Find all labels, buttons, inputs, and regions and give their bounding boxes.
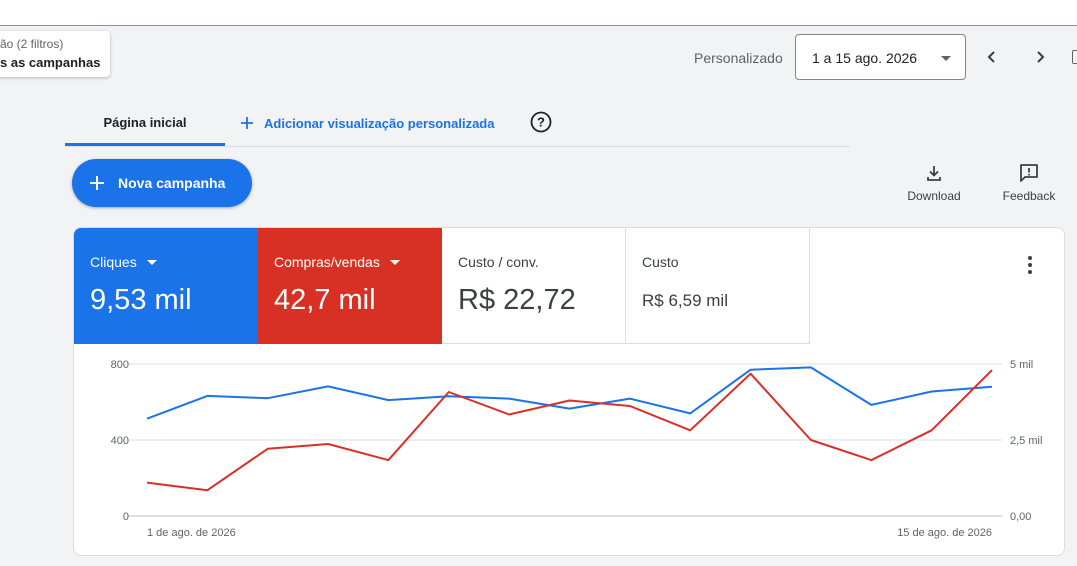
download-button[interactable]: Download — [899, 163, 969, 203]
metric-conversions[interactable]: Compras/vendas 42,7 mil — [258, 228, 442, 344]
filter-campaigns: s as campanhas — [0, 55, 101, 70]
metric-clicks-header: Cliques — [90, 254, 157, 270]
filter-chip[interactable]: ão (2 filtros) s as campanhas — [0, 31, 110, 77]
x-tick-label: 1 de ago. de 2026 — [147, 527, 236, 539]
performance-card: Cliques 9,53 mil Compras/vendas 42,7 mil… — [73, 227, 1065, 556]
date-range-select[interactable]: 1 a 15 ago. 2026 — [795, 34, 966, 80]
tab-home[interactable]: Página inicial — [65, 102, 225, 146]
download-icon — [927, 166, 941, 181]
tab-home-label: Página inicial — [103, 115, 187, 130]
new-campaign-button[interactable]: Nova campanha — [72, 159, 252, 207]
new-campaign-label: Nova campanha — [118, 175, 226, 191]
metric-conversions-label: Compras/vendas — [274, 254, 380, 270]
metric-cost-label: Custo — [642, 254, 679, 270]
filter-count: ão (2 filtros) — [0, 37, 64, 51]
previous-period-button[interactable] — [977, 42, 1007, 72]
metric-conversions-header: Compras/vendas — [274, 254, 400, 270]
metric-clicks-label: Cliques — [90, 254, 137, 270]
add-custom-view-label: Adicionar visualização personalizada — [264, 115, 495, 131]
dropdown-arrow-icon — [389, 259, 400, 265]
x-tick-label: 15 de ago. de 2026 — [897, 527, 992, 539]
metric-cost-per-conv-label: Custo / conv. — [458, 254, 539, 270]
svg-text:?: ? — [537, 115, 545, 130]
series-line — [146, 369, 993, 492]
metric-cost-value: R$ 6,59 mil — [642, 291, 728, 310]
metric-cost-per-conv[interactable]: Custo / conv. R$ 22,72 — [442, 228, 626, 344]
add-custom-view-tab[interactable]: Adicionar visualização personalizada — [240, 112, 494, 134]
download-label: Download — [907, 189, 961, 203]
more-options-icon[interactable] — [1022, 253, 1038, 277]
y-right-tick-label: 0,00 — [1010, 511, 1031, 523]
metric-clicks[interactable]: Cliques 9,53 mil — [74, 228, 258, 344]
metric-clicks-value: 9,53 mil — [90, 284, 192, 316]
expand-icon[interactable] — [1072, 50, 1077, 64]
dropdown-arrow-icon — [146, 259, 157, 265]
y-left-tick-label: 0 — [123, 511, 129, 523]
y-right-tick-label: 2,5 mil — [1010, 435, 1042, 447]
feedback-icon — [1020, 164, 1038, 182]
dropdown-arrow-icon — [941, 56, 951, 61]
feedback-label: Feedback — [1002, 189, 1056, 203]
chevron-left-icon — [987, 51, 995, 63]
y-left-tick-label: 400 — [111, 435, 129, 447]
series-line — [146, 366, 993, 420]
plus-icon — [241, 117, 253, 129]
top-bar — [0, 0, 1077, 26]
next-period-button[interactable] — [1025, 42, 1055, 72]
tabs-divider — [65, 146, 850, 147]
date-range-value: 1 a 15 ago. 2026 — [812, 50, 918, 66]
plus-icon — [90, 176, 104, 190]
chevron-right-icon — [1037, 51, 1045, 63]
y-left-tick-label: 800 — [111, 359, 129, 371]
performance-chart: 0 400 800 0,00 2,5 mil 5 mil 1 de ago. de 2026… — [111, 359, 1043, 539]
help-icon[interactable]: ? — [530, 111, 552, 133]
feedback-button[interactable]: Feedback — [994, 163, 1064, 203]
metric-cost[interactable]: Custo R$ 6,59 mil — [626, 228, 810, 344]
metric-cost-per-conv-value: R$ 22,72 — [458, 284, 576, 316]
period-label: Personalizado — [694, 50, 783, 66]
y-right-tick-label: 5 mil — [1010, 359, 1033, 371]
metric-conversions-value: 42,7 mil — [274, 284, 376, 316]
